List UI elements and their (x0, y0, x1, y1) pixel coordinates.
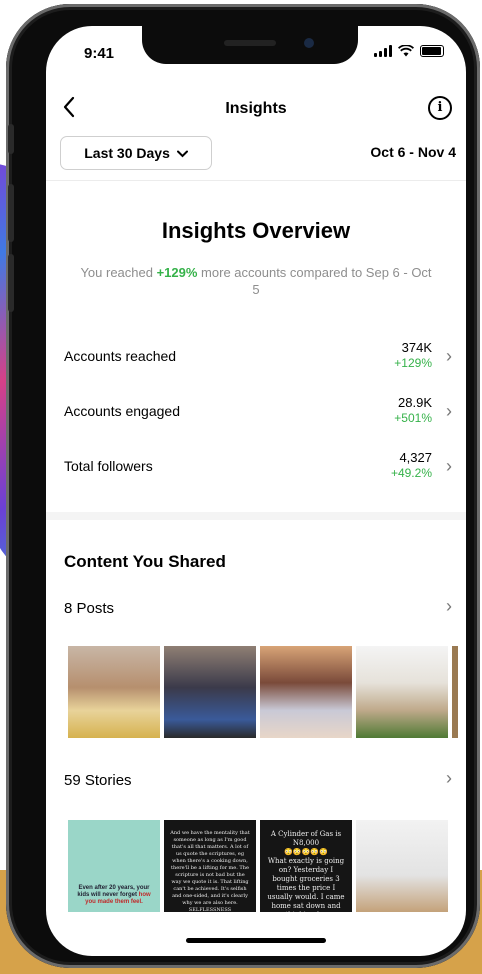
chevron-right-icon: › (446, 456, 452, 476)
posts-link[interactable]: 8 Posts (64, 600, 114, 617)
home-indicator[interactable] (186, 938, 326, 943)
story-thumbnail[interactable]: A Cylinder of Gas is N8,000 😳😳😳😳😳 What e… (260, 820, 352, 912)
story-text-body: What exactly is going on? Yesterday I bo… (267, 857, 345, 912)
status-time: 9:41 (84, 45, 115, 62)
filter-row: Last 30 Days Oct 6 - Nov 4 (46, 136, 466, 172)
info-icon[interactable]: i (428, 96, 452, 120)
overview-subtitle: You reached +129% more accounts compared… (76, 264, 436, 298)
metric-label: Total followers (64, 458, 153, 474)
date-range: Oct 6 - Nov 4 (370, 144, 456, 160)
stories-link[interactable]: 59 Stories (64, 772, 132, 789)
overview-sub-suffix: more accounts compared to Sep 6 - Oct 5 (197, 265, 432, 297)
volume-up-button (8, 184, 14, 242)
post-thumbnail[interactable] (452, 646, 458, 738)
volume-down-button (8, 254, 14, 312)
chevron-right-icon[interactable]: › (446, 596, 452, 617)
signal-icon (374, 45, 392, 57)
overview-title: Insights Overview (161, 218, 351, 243)
story-text: And we have the mentality that someone a… (170, 830, 250, 912)
metric-value: 28.9K (398, 395, 432, 410)
metric-value: 374K (401, 340, 432, 355)
chevron-right-icon: › (446, 401, 452, 421)
metric-change: +501% (394, 411, 432, 425)
top-bar: Insights i (46, 86, 466, 130)
phone-frame: 9:41 Insights i Last 30 Days Oct 6 - Nov… (6, 4, 480, 968)
status-icons (374, 45, 444, 57)
chevron-down-icon (176, 150, 188, 158)
divider (46, 180, 466, 181)
story-thumbnail[interactable] (356, 820, 448, 912)
post-thumbnail[interactable] (68, 646, 160, 738)
notch (142, 26, 358, 64)
overview-sub-prefix: You reached (80, 265, 157, 280)
story-thumbnail[interactable]: And we have the mentality that someone a… (164, 820, 256, 912)
story-caption: Even after 20 years, your kids will neve… (72, 885, 156, 906)
overview-sub-highlight: +129% (156, 265, 198, 280)
story-text: A Cylinder of Gas is N8,000 😳😳😳😳😳 What e… (266, 830, 346, 912)
metric-label: Accounts reached (64, 348, 177, 364)
chevron-right-icon: › (446, 346, 452, 366)
date-filter-label: Last 30 Days (84, 145, 170, 161)
date-filter-button[interactable]: Last 30 Days (60, 136, 212, 170)
stories-thumbnails: Even after 20 years, your kids will neve… (68, 820, 448, 912)
posts-thumbnails (68, 646, 458, 738)
metric-change: +49.2% (390, 466, 432, 480)
post-thumbnail[interactable] (260, 646, 352, 738)
mute-switch (8, 124, 14, 154)
post-thumbnail[interactable] (356, 646, 448, 738)
story-thumbnail[interactable]: Even after 20 years, your kids will neve… (68, 820, 160, 912)
story-text-emoji: 😳😳😳😳😳 (284, 848, 328, 856)
screen: 9:41 Insights i Last 30 Days Oct 6 - Nov… (46, 26, 466, 956)
content-section-title: Content You Shared (64, 552, 226, 571)
metric-label: Accounts engaged (64, 403, 180, 419)
camera (304, 38, 314, 48)
wifi-icon (398, 45, 414, 57)
post-thumbnail[interactable] (164, 646, 256, 738)
chevron-right-icon[interactable]: › (446, 768, 452, 789)
page-title: Insights (225, 100, 287, 117)
metric-accounts-engaged[interactable]: Accounts engaged 28.9K +501% › (46, 395, 466, 435)
metric-change: +129% (394, 356, 432, 370)
story-text-title: A Cylinder of Gas is N8,000 (270, 830, 342, 847)
battery-icon (420, 45, 444, 57)
speaker (224, 40, 276, 46)
section-separator (46, 512, 466, 520)
metric-accounts-reached[interactable]: Accounts reached 374K +129% › (46, 340, 466, 380)
metric-value: 4,327 (399, 450, 432, 465)
metric-total-followers[interactable]: Total followers 4,327 +49.2% › (46, 450, 466, 490)
